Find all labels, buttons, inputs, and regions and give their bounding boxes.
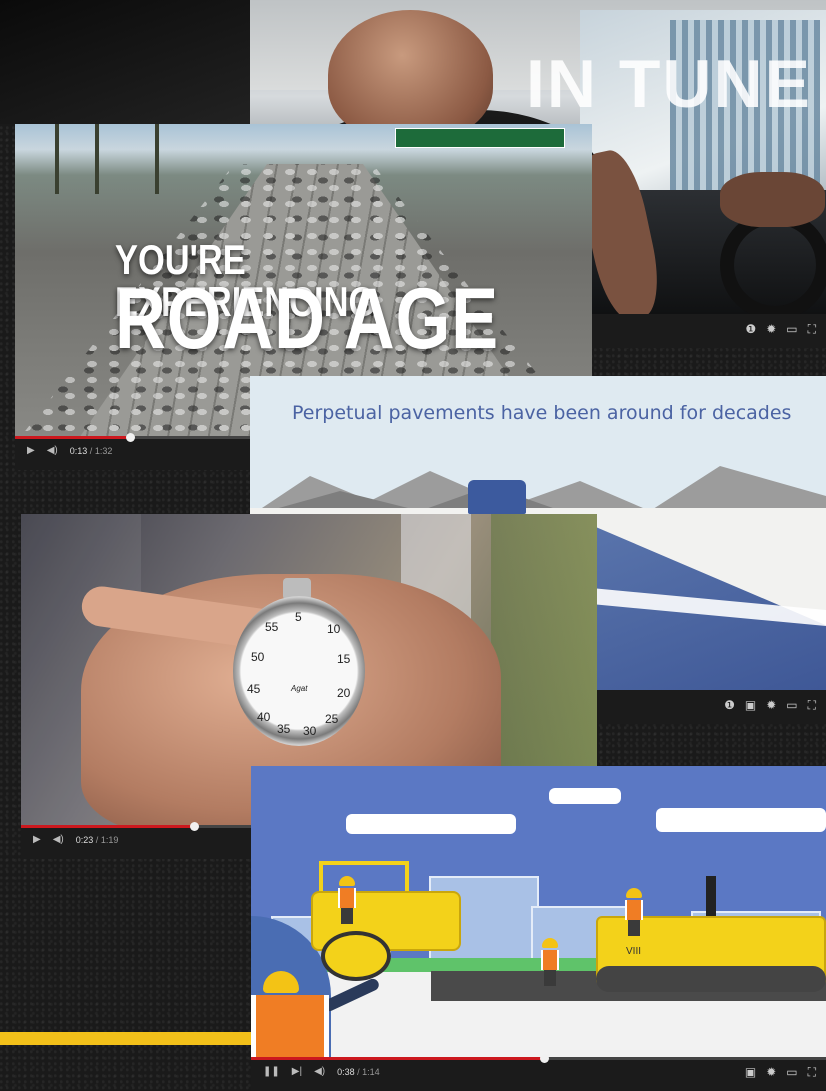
time-separator: / [95,835,99,845]
fullscreen-icon[interactable]: ⛶ [808,323,816,335]
worker [336,876,358,924]
time-display: 0:38 / 1:14 [337,1067,380,1077]
duration: 1:32 [94,446,113,456]
progress-scrubber[interactable] [126,433,136,442]
cloud [549,788,621,804]
info-icon[interactable]: ❶ [745,323,756,335]
video-overlay-title: IN TUNE [526,46,812,122]
time-separator: / [89,446,93,456]
play-icon[interactable]: ▶ [33,835,41,845]
pause-icon[interactable]: ❚❚ [263,1067,280,1077]
dial-number: 25 [325,712,339,726]
time-display: 0:23 / 1:19 [76,835,119,845]
headline-line2: ROAD AGE [115,271,499,367]
dial-number: 40 [257,710,271,724]
dial-number: 20 [337,686,351,700]
road-roller [311,861,461,981]
paver-label: VIII [626,946,642,957]
worker-legs [341,908,353,924]
freeway-sign [395,128,565,148]
truck-illustration [468,480,526,514]
safety-vest [541,950,559,970]
theater-icon[interactable]: ▭ [786,699,797,711]
cloud [346,814,516,834]
dial-number: 35 [277,722,291,736]
stopwatch-icon: 55 5 10 15 50 20 45 40 25 35 30 Agat [233,596,365,746]
stopwatch-brand: Agat [291,684,308,693]
worker [623,888,645,936]
next-icon[interactable]: ▶| [292,1067,302,1077]
settings-icon[interactable]: ✹ [766,1066,776,1078]
captions-icon[interactable]: ▣ [745,699,756,711]
progress-scrubber[interactable] [540,1054,550,1063]
settings-icon[interactable]: ✹ [766,323,776,335]
dial-number: 45 [247,682,261,696]
player-controls: ❚❚ ▶| ◀) 0:38 / 1:14 ▣ ✹ ▭ ⛶ [251,1054,826,1091]
time-separator: / [357,1067,360,1077]
video-player-paving[interactable]: VIII ❚❚ ▶| ◀) 0:38 / 1:14 ▣ ✹ ▭ ⛶ [251,766,826,1091]
duration: 1:19 [100,835,119,845]
driver-head [328,10,493,140]
worker-arm [321,976,381,1014]
hard-hat [626,888,642,898]
safety-vest [338,888,356,908]
settings-icon[interactable]: ✹ [766,699,776,711]
play-icon[interactable]: ▶ [27,446,35,456]
progress-bar[interactable] [251,1054,826,1063]
progress-scrubber[interactable] [189,822,199,831]
dial-number: 5 [295,610,302,624]
controls-left: ▶ ◀) 0:13 / 1:32 [27,446,113,457]
volume-icon[interactable]: ◀) [47,446,58,456]
hard-hat [263,971,299,993]
controls-left: ▶ ◀) 0:23 / 1:19 [33,835,119,846]
controls-right: ❶ ▣ ✹ ▭ ⛶ [724,699,816,711]
paver-tracks [596,966,826,992]
dial-number: 10 [327,622,341,636]
current-time: 0:38 [337,1067,355,1077]
volume-icon[interactable]: ◀) [53,835,64,845]
driver-hand-wheel [720,172,825,227]
yellow-road-stripe [0,1032,251,1045]
mountains-illustration [250,466,826,516]
background-dark-area [0,0,250,124]
palm-tree [55,124,59,194]
current-time: 0:13 [69,446,88,456]
controls-right: ❶ ✹ ▭ ⛶ [745,323,816,335]
captions-icon[interactable]: ▣ [745,1066,756,1078]
palm-tree [95,124,99,194]
hard-hat [339,876,355,886]
worker-legs [544,970,556,986]
dial-number: 50 [251,650,265,664]
dial-number: 55 [265,620,279,634]
controls-right: ▣ ✹ ▭ ⛶ [745,1066,816,1078]
worker [539,938,561,986]
theater-icon[interactable]: ▭ [786,1066,797,1078]
video-caption: Perpetual pavements have been around for… [292,402,792,424]
volume-icon[interactable]: ◀) [314,1067,325,1077]
video-frame[interactable]: VIII [251,766,826,1067]
exhaust-stack [706,876,716,918]
progress-fill [251,1057,545,1060]
progress-fill [15,436,131,439]
fullscreen-icon[interactable]: ⛶ [808,699,816,711]
duration: 1:14 [362,1067,380,1077]
controls-left: ❚❚ ▶| ◀) 0:38 / 1:14 [263,1067,380,1078]
worker-foreground [251,971,381,1067]
cloud [656,808,826,832]
worker-legs [628,920,640,936]
dial-number: 30 [303,724,317,738]
progress-fill [21,825,194,828]
time-display: 0:13 / 1:32 [70,446,113,456]
hard-hat [542,938,558,948]
theater-icon[interactable]: ▭ [786,323,797,335]
dial-number: 15 [337,652,351,666]
safety-vest [625,900,643,920]
info-icon[interactable]: ❶ [724,699,735,711]
fullscreen-icon[interactable]: ⛶ [808,1066,816,1078]
current-time: 0:23 [75,835,94,845]
palm-tree [155,124,159,194]
